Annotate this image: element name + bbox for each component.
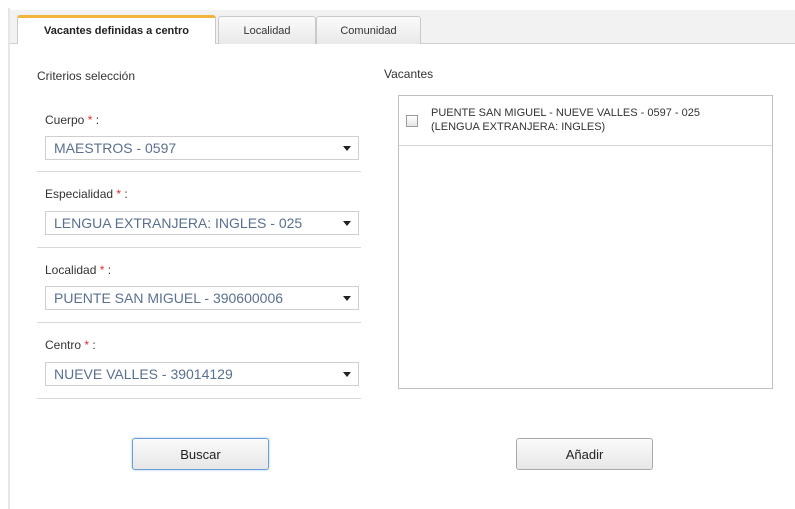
cuerpo-select[interactable]: MAESTROS - 0597 (45, 136, 359, 160)
localidad-label-text: Localidad (45, 263, 97, 277)
label-colon: : (92, 113, 100, 127)
field-divider (37, 247, 361, 248)
centro-label: Centro * : (45, 338, 96, 352)
vacante-text: PUENTE SAN MIGUEL - NUEVE VALLES - 0597 … (431, 106, 761, 134)
anadir-button[interactable]: Añadir (516, 438, 653, 470)
chevron-down-icon[interactable] (336, 371, 358, 377)
cuerpo-select-value: MAESTROS - 0597 (54, 140, 177, 156)
vacante-line-2: (LENGUA EXTRANJERA: INGLES) (431, 121, 606, 133)
field-divider (37, 398, 361, 399)
localidad-select[interactable]: PUENTE SAN MIGUEL - 390600006 (45, 286, 359, 310)
especialidad-label: Especialidad * : (45, 187, 128, 201)
label-colon: : (104, 263, 112, 277)
field-divider (37, 322, 361, 323)
criterios-seleccion-title: Criterios selección (37, 69, 136, 83)
chevron-down-icon[interactable] (336, 220, 358, 226)
localidad-select-value: PUENTE SAN MIGUEL - 390600006 (54, 290, 284, 306)
list-item[interactable]: PUENTE SAN MIGUEL - NUEVE VALLES - 0597 … (399, 96, 772, 146)
tab-comunidad[interactable]: Comunidad (316, 16, 421, 44)
tab-localidad[interactable]: Localidad (218, 16, 316, 44)
centro-select-value: NUEVE VALLES - 39014129 (54, 366, 233, 382)
cuerpo-label: Cuerpo * : (45, 113, 99, 127)
buscar-button[interactable]: Buscar (132, 438, 269, 470)
label-colon: : (121, 187, 128, 201)
vacantes-list: PUENTE SAN MIGUEL - NUEVE VALLES - 0597 … (398, 95, 773, 389)
label-colon: : (89, 338, 96, 352)
tab-vacantes-definidas-a-centro[interactable]: Vacantes definidas a centro (17, 15, 216, 44)
chevron-down-icon[interactable] (336, 295, 358, 301)
cuerpo-label-text: Cuerpo (45, 113, 85, 127)
localidad-label: Localidad * : (45, 263, 111, 277)
centro-select[interactable]: NUEVE VALLES - 39014129 (45, 362, 359, 386)
vacante-checkbox[interactable] (406, 115, 418, 127)
especialidad-label-text: Especialidad (45, 187, 114, 201)
vacante-line-1: PUENTE SAN MIGUEL - NUEVE VALLES - 0597 … (431, 107, 700, 119)
field-divider (37, 171, 361, 172)
panel-left-border (8, 8, 10, 509)
chevron-down-icon[interactable] (336, 145, 358, 151)
especialidad-select-value: LENGUA EXTRANJERA: INGLES - 025 (54, 215, 303, 231)
vacantes-title: Vacantes (384, 67, 434, 81)
centro-label-text: Centro (45, 338, 82, 352)
especialidad-select[interactable]: LENGUA EXTRANJERA: INGLES - 025 (45, 211, 359, 235)
